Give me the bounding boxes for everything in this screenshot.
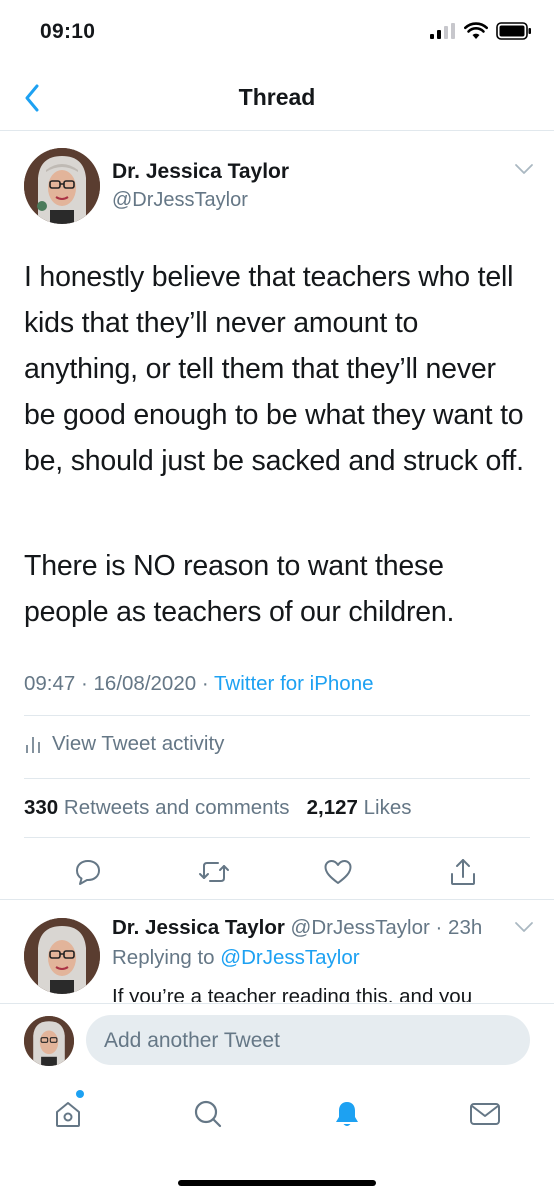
- tab-notifications[interactable]: [325, 1092, 369, 1136]
- page-title: Thread: [238, 84, 316, 110]
- retweets-stat[interactable]: 330 Retweets and comments: [24, 796, 290, 819]
- chevron-down-icon: [515, 922, 533, 932]
- tab-search[interactable]: [186, 1092, 230, 1136]
- nav-divider: [0, 130, 554, 131]
- home-icon: [56, 1102, 80, 1127]
- tweet-time: 09:47: [24, 672, 76, 695]
- divider: [24, 778, 530, 779]
- heart-icon: [324, 860, 352, 884]
- retweets-label: Retweets and comments: [63, 796, 290, 819]
- replying-to-label: Replying to: [112, 946, 215, 969]
- wifi-icon: [464, 22, 488, 39]
- activity-label: View Tweet activity: [52, 732, 225, 755]
- home-notification-dot: [76, 1090, 84, 1098]
- chevron-down-icon: [515, 164, 533, 174]
- author-handle[interactable]: @DrJessTaylor: [112, 189, 248, 212]
- tweet-menu-button[interactable]: [514, 162, 534, 180]
- reply-separator: ·: [429, 916, 449, 939]
- likes-label: Likes: [363, 796, 412, 819]
- view-tweet-activity-button[interactable]: View Tweet activity: [24, 732, 224, 756]
- messages-icon: [470, 1103, 500, 1125]
- activity-icon: [26, 737, 40, 753]
- likes-count: 2,127: [306, 796, 358, 819]
- retweet-button[interactable]: [194, 852, 234, 892]
- reply-author-handle[interactable]: @DrJessTaylor: [291, 916, 430, 939]
- avatar[interactable]: [24, 148, 100, 224]
- retweets-count: 330: [24, 796, 59, 819]
- search-icon: [194, 1100, 222, 1128]
- likes-stat[interactable]: 2,127 Likes: [307, 796, 412, 819]
- avatar-image: [24, 148, 100, 224]
- replying-to-handle[interactable]: @DrJessTaylor: [220, 946, 359, 969]
- reply-text-preview: If you’re a teacher reading this, and yo…: [112, 985, 473, 1002]
- tweet-meta: 09:47 · 16/08/2020 · Twitter for iPhone: [24, 672, 374, 695]
- reply-button[interactable]: [68, 852, 108, 892]
- compose-avatar: [24, 1016, 74, 1066]
- tweet-date: 16/08/2020: [93, 672, 197, 695]
- reply-author-name[interactable]: Dr. Jessica Taylor: [112, 916, 285, 939]
- tab-home[interactable]: [46, 1092, 90, 1136]
- tweet-text-paragraph-2: There is NO reason to want these people …: [24, 550, 455, 628]
- reply-menu-button[interactable]: [514, 920, 534, 938]
- home-indicator: [178, 1180, 376, 1186]
- avatar-image: [24, 918, 100, 994]
- like-button[interactable]: [318, 852, 358, 892]
- share-button[interactable]: [443, 852, 483, 892]
- tab-messages[interactable]: [463, 1092, 507, 1136]
- tweet-stats: 330 Retweets and comments 2,127 Likes: [24, 796, 412, 820]
- tweet-source-link[interactable]: Twitter for iPhone: [214, 672, 374, 695]
- divider: [24, 715, 530, 716]
- tweet-text-paragraph-1: I honestly believe that teachers who tel…: [24, 261, 524, 477]
- signal-icon: [430, 23, 455, 39]
- reply-header: Dr. Jessica Taylor @DrJessTaylor · 23h: [112, 916, 482, 940]
- comment-icon: [76, 860, 100, 885]
- add-tweet-placeholder: Add another Tweet: [104, 1029, 280, 1052]
- status-icons: [430, 22, 532, 40]
- notifications-icon: [336, 1102, 358, 1126]
- replying-to: Replying to @DrJessTaylor: [112, 946, 360, 970]
- status-time: 09:10: [40, 20, 96, 43]
- divider: [24, 837, 530, 838]
- reply-avatar[interactable]: [24, 918, 100, 994]
- battery-icon: [496, 22, 531, 40]
- divider: [0, 899, 554, 900]
- retweet-icon: [199, 862, 229, 882]
- avatar-image: [24, 1016, 74, 1066]
- author-name[interactable]: Dr. Jessica Taylor: [112, 160, 289, 184]
- share-icon: [451, 859, 475, 885]
- reply-age: 23h: [448, 916, 483, 939]
